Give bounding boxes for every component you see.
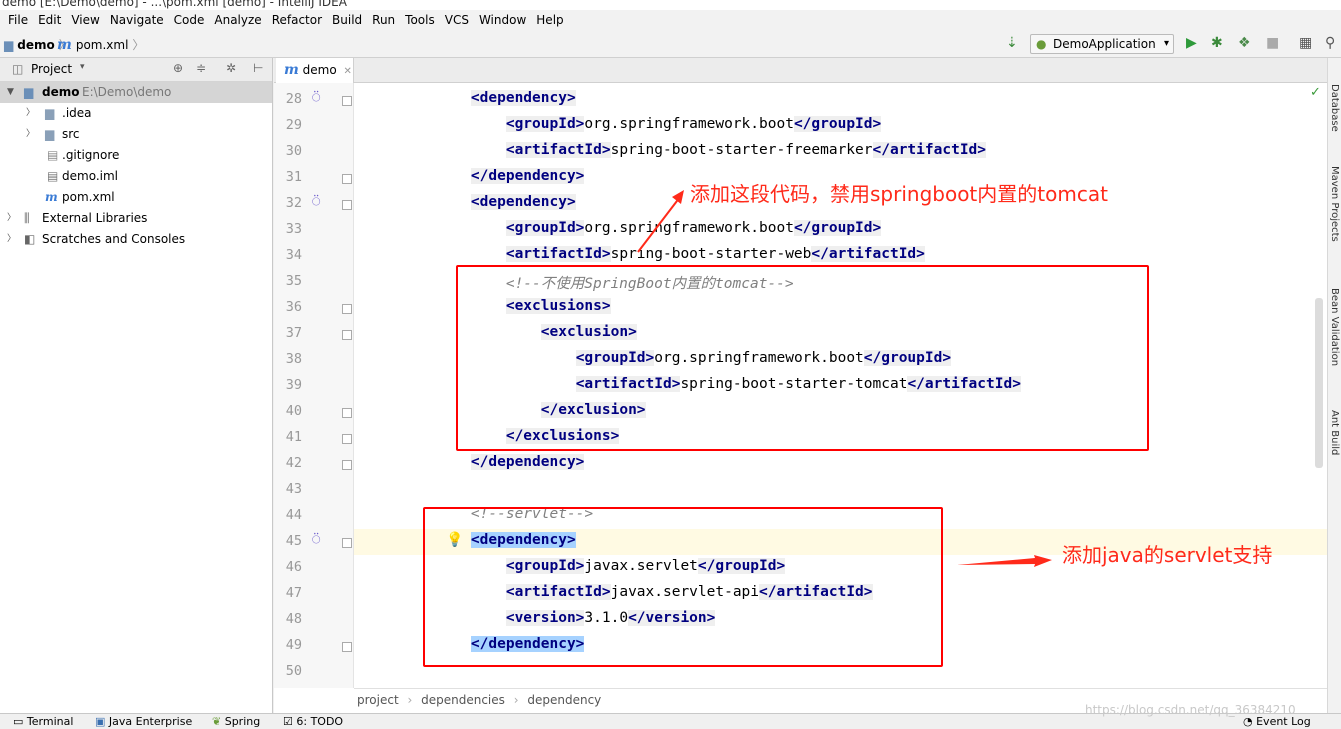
watermark: https://blog.csdn.net/qq_36384210 [1085, 703, 1296, 717]
arrow-servlet [957, 555, 1052, 567]
arrow-line-exclusions [637, 196, 681, 253]
annotation-arrows [637, 190, 1052, 567]
arrow-head-exclusions [672, 190, 684, 204]
